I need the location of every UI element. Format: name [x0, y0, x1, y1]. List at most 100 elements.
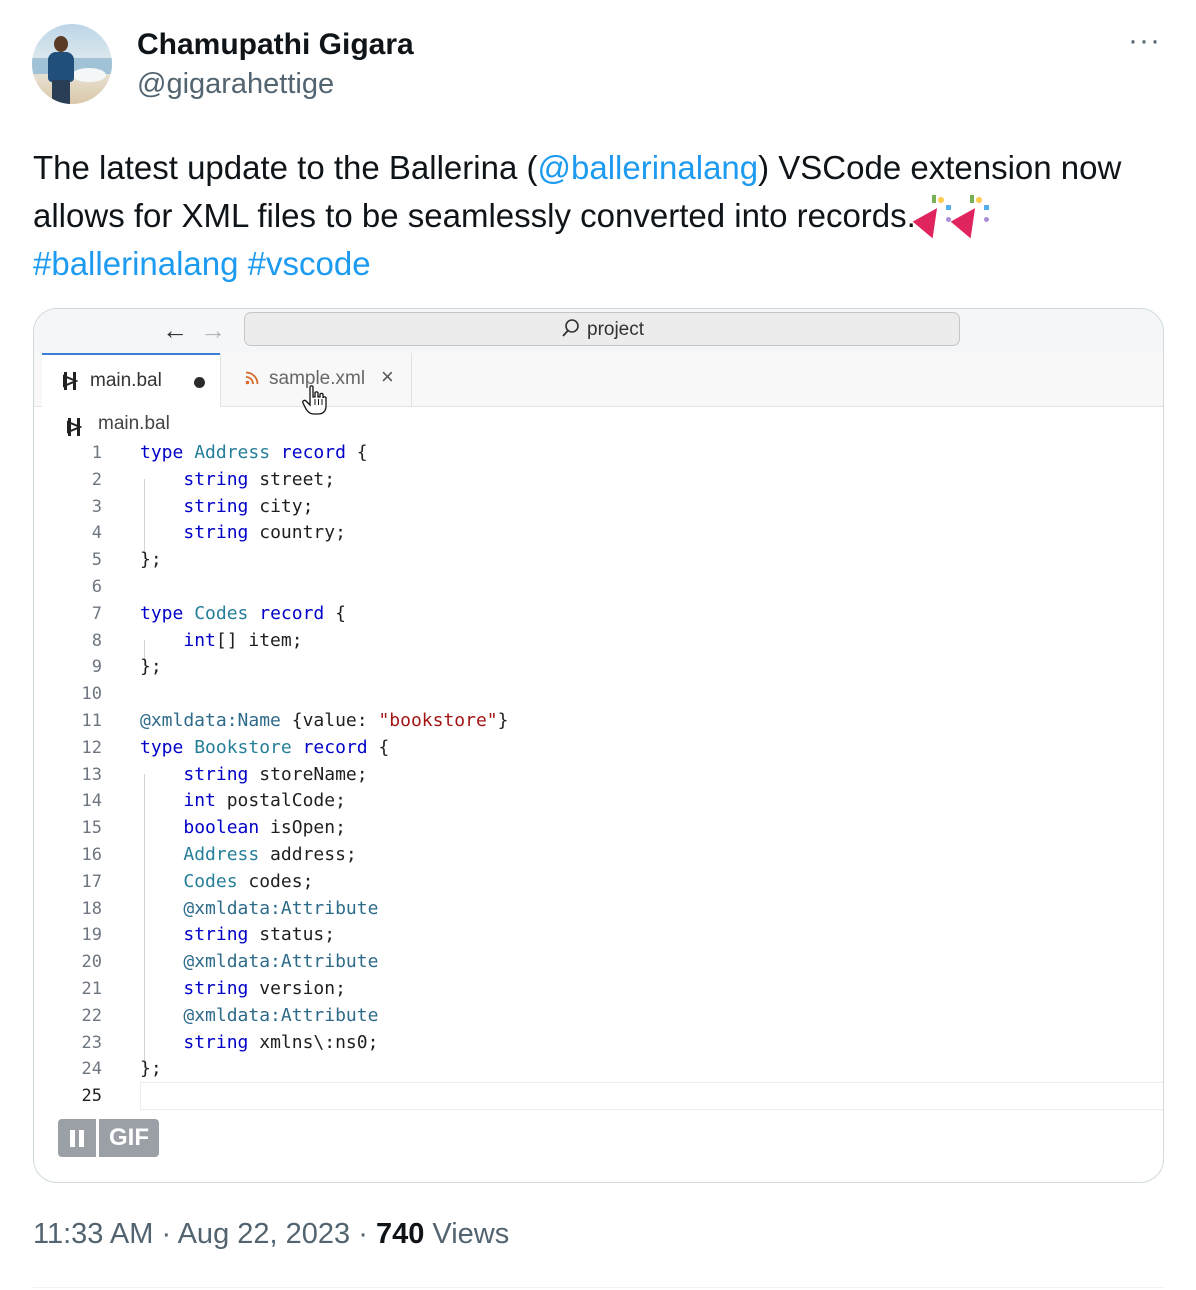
code-text: @xmldata:Attribute: [183, 1004, 379, 1026]
code-text: string country;: [183, 522, 346, 544]
code-text: string city;: [183, 495, 314, 517]
code-text: };: [140, 1058, 162, 1080]
code-text: };: [140, 656, 162, 678]
hashtag-link[interactable]: #vscode: [248, 245, 371, 282]
line-number: 24: [81, 1059, 102, 1080]
code-line: 24};: [34, 1055, 1163, 1082]
code-text: string storeName;: [183, 763, 368, 785]
more-options-icon[interactable]: ···: [1128, 26, 1161, 56]
line-number: 5: [91, 550, 102, 571]
views-count: 740: [375, 1218, 425, 1250]
code-line: 17 Codes codes;: [34, 868, 1163, 895]
code-text: string xmlns\:ns0;: [183, 1031, 379, 1053]
code-line: 8 int[] item;: [34, 627, 1163, 654]
divider: [33, 1287, 1164, 1288]
command-center-label: project: [587, 319, 645, 340]
line-number: 19: [81, 925, 102, 946]
tweet: Chamupathi Gigara @gigarahettige ··· The…: [0, 0, 1196, 1290]
tweet-text-part: The latest update to the Ballerina (: [33, 149, 538, 186]
party-popper-icon: [950, 195, 992, 239]
code-line: 18 @xmldata:Attribute: [34, 895, 1163, 922]
code-text: boolean isOpen;: [183, 817, 346, 839]
code-line: 14 int postalCode;: [34, 787, 1163, 814]
hand-pointer-cursor-icon: [302, 385, 327, 415]
code-text: Codes codes;: [183, 870, 314, 892]
close-icon[interactable]: ×: [381, 364, 394, 390]
gif-badge[interactable]: GIF: [58, 1119, 159, 1157]
pause-icon[interactable]: [58, 1119, 96, 1157]
tweet-time[interactable]: 11:33 AM: [33, 1218, 153, 1250]
line-number: 6: [91, 577, 102, 597]
code-line: 3 string city;: [34, 493, 1163, 520]
breadcrumb-label: main.bal: [98, 413, 170, 434]
code-text: Address address;: [183, 844, 357, 865]
line-number: 10: [81, 684, 102, 705]
code-line: 11 @xmldata:Name {value: "bookstore"}: [34, 707, 1163, 734]
hashtag-link[interactable]: #ballerinalang: [33, 245, 239, 282]
line-number: 25: [81, 1086, 102, 1107]
line-number: 7: [91, 603, 102, 624]
code-line: 16 Address address;: [34, 841, 1163, 868]
mention-link[interactable]: @ballerinalang: [537, 149, 758, 186]
code-text: string version;: [183, 978, 346, 999]
tweet-meta: 11:33 AM · Aug 22, 2023 · 740 Views: [33, 1218, 509, 1251]
code-text: int[] item;: [183, 629, 303, 651]
gif-label: GIF: [99, 1119, 159, 1157]
code-text: string street;: [183, 468, 336, 490]
line-number: 18: [81, 898, 102, 919]
code-line: 19 string status;: [34, 921, 1163, 948]
code-line: 22 @xmldata:Attribute: [34, 1002, 1163, 1029]
command-center[interactable]: project: [244, 312, 960, 346]
avatar-person-body: [48, 52, 74, 82]
code-line: 9};: [34, 653, 1163, 680]
gif-media[interactable]: ← → project main.bal sample.xml × main.b…: [33, 308, 1164, 1183]
line-number: 17: [81, 871, 102, 892]
tweet-date[interactable]: Aug 22, 2023: [178, 1218, 351, 1250]
code-line: 5};: [34, 546, 1163, 573]
editor-tabbar: main.bal sample.xml ×: [34, 353, 1163, 407]
avatar-wave: [72, 68, 106, 82]
author-handle[interactable]: @gigarahettige: [137, 68, 334, 101]
code-text: @xmldata:Attribute: [183, 897, 379, 919]
line-number: 9: [91, 657, 102, 678]
rss-icon: [245, 371, 259, 385]
line-number: 16: [81, 845, 102, 865]
line-number: 21: [81, 979, 102, 999]
code-line: 4 string country;: [34, 519, 1163, 546]
code-line: 1 type Address record {: [34, 439, 1163, 466]
code-text: string status;: [183, 924, 336, 946]
line-number: 2: [91, 469, 102, 490]
code-text: type Bookstore record {: [140, 736, 390, 758]
code-line: 7 type Codes record {: [34, 600, 1163, 627]
code-line: 25: [34, 1082, 1163, 1109]
code-line: 23 string xmlns\:ns0;: [34, 1029, 1163, 1056]
code-line: 20 @xmldata:Attribute: [34, 948, 1163, 975]
ballerina-icon: [67, 418, 82, 436]
views-label: Views: [432, 1218, 510, 1250]
line-number: 15: [81, 818, 102, 839]
line-number: 12: [81, 737, 102, 758]
code-text: @xmldata:Attribute: [183, 951, 379, 973]
author-name[interactable]: Chamupathi Gigara: [137, 28, 414, 62]
separator: ·: [358, 1218, 368, 1250]
code-text: type Codes record {: [140, 602, 346, 624]
line-number: 20: [81, 952, 102, 973]
code-text: @xmldata:Name {value: "bookstore"}: [140, 710, 509, 731]
code-line: 6: [34, 573, 1163, 600]
line-number: 8: [91, 630, 102, 651]
line-number: 22: [81, 1005, 102, 1026]
code-text: int postalCode;: [183, 790, 346, 812]
code-line: 15 boolean isOpen;: [34, 814, 1163, 841]
code-editor[interactable]: 1 type Address record { 2 string street; …: [34, 439, 1163, 1119]
unsaved-dot-icon: [194, 377, 205, 388]
tab-main-bal[interactable]: main.bal: [42, 353, 220, 407]
separator: ·: [161, 1218, 172, 1250]
avatar-person-head: [54, 36, 68, 52]
tab-label: main.bal: [90, 370, 162, 391]
line-number: 23: [81, 1032, 102, 1053]
vscode-titlebar: ← → project: [34, 309, 1163, 353]
avatar[interactable]: [32, 24, 112, 104]
tweet-text: The latest update to the Ballerina (@bal…: [33, 144, 1153, 288]
back-arrow-icon[interactable]: ←: [162, 315, 188, 346]
forward-arrow-icon[interactable]: →: [200, 315, 226, 346]
